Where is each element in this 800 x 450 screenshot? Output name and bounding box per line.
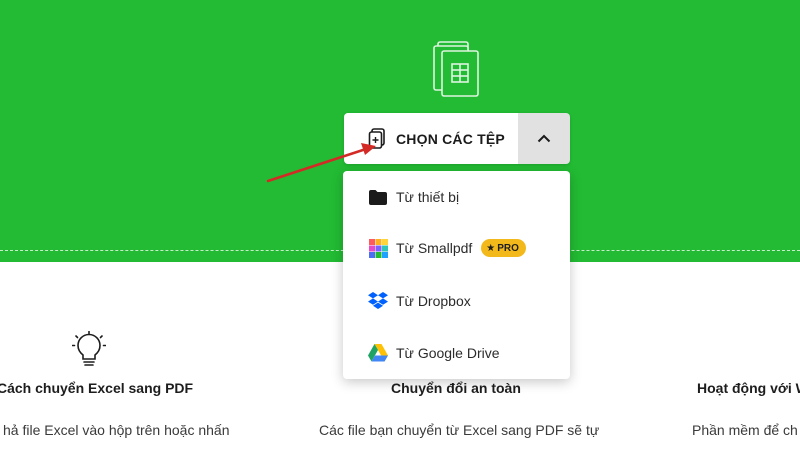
spreadsheet-files-icon	[433, 41, 479, 97]
google-drive-icon	[368, 343, 388, 363]
feature-title: Chuyển đổi an toàn	[391, 380, 521, 396]
menu-item-label: Từ thiết bị	[396, 189, 460, 205]
star-icon: ★	[486, 242, 496, 254]
choose-files-label: CHỌN CÁC TỆP	[396, 130, 505, 147]
lightbulb-icon	[72, 331, 106, 366]
feature-how-to: Cách chuyển Excel sang PDF hả file Excel…	[0, 380, 230, 438]
dropbox-icon	[368, 291, 388, 311]
chevron-up-icon	[537, 134, 551, 143]
menu-item-label: Từ Smallpdf	[396, 240, 473, 256]
feature-text: Phần mềm để ch	[692, 422, 798, 438]
feature-works-with: Hoạt động với W Phần mềm để ch	[692, 380, 800, 438]
smallpdf-icon	[368, 238, 388, 258]
menu-item-label: Từ Google Drive	[396, 345, 500, 361]
feature-text: Các file bạn chuyển từ Excel sang PDF sẽ…	[319, 422, 600, 438]
menu-item-from-device[interactable]: Từ thiết bị	[343, 177, 570, 217]
feature-title: Hoạt động với W	[697, 380, 800, 396]
pro-badge: ★ PRO	[481, 239, 526, 257]
folder-icon	[368, 187, 388, 207]
menu-item-label: Từ Dropbox	[396, 293, 471, 309]
menu-item-from-google-drive[interactable]: Từ Google Drive	[343, 333, 570, 373]
upload-source-menu: Từ thiết bị Từ Smallpdf ★ PRO Từ Dropbox…	[343, 171, 570, 379]
choose-files-button[interactable]: CHỌN CÁC TỆP	[344, 113, 518, 164]
choose-files-dropdown-toggle[interactable]	[518, 113, 570, 164]
menu-item-from-smallpdf[interactable]: Từ Smallpdf ★ PRO	[343, 228, 570, 268]
add-file-icon	[368, 127, 385, 149]
choose-files-split-button: CHỌN CÁC TỆP	[344, 113, 570, 164]
feature-title: Cách chuyển Excel sang PDF	[0, 380, 194, 396]
feature-secure-conversion: Chuyển đổi an toàn Các file bạn chuyển t…	[319, 380, 599, 438]
feature-text: hả file Excel vào hộp trên hoặc nhấn	[3, 422, 230, 438]
pro-badge-label: PRO	[497, 242, 519, 254]
menu-item-from-dropbox[interactable]: Từ Dropbox	[343, 281, 570, 321]
